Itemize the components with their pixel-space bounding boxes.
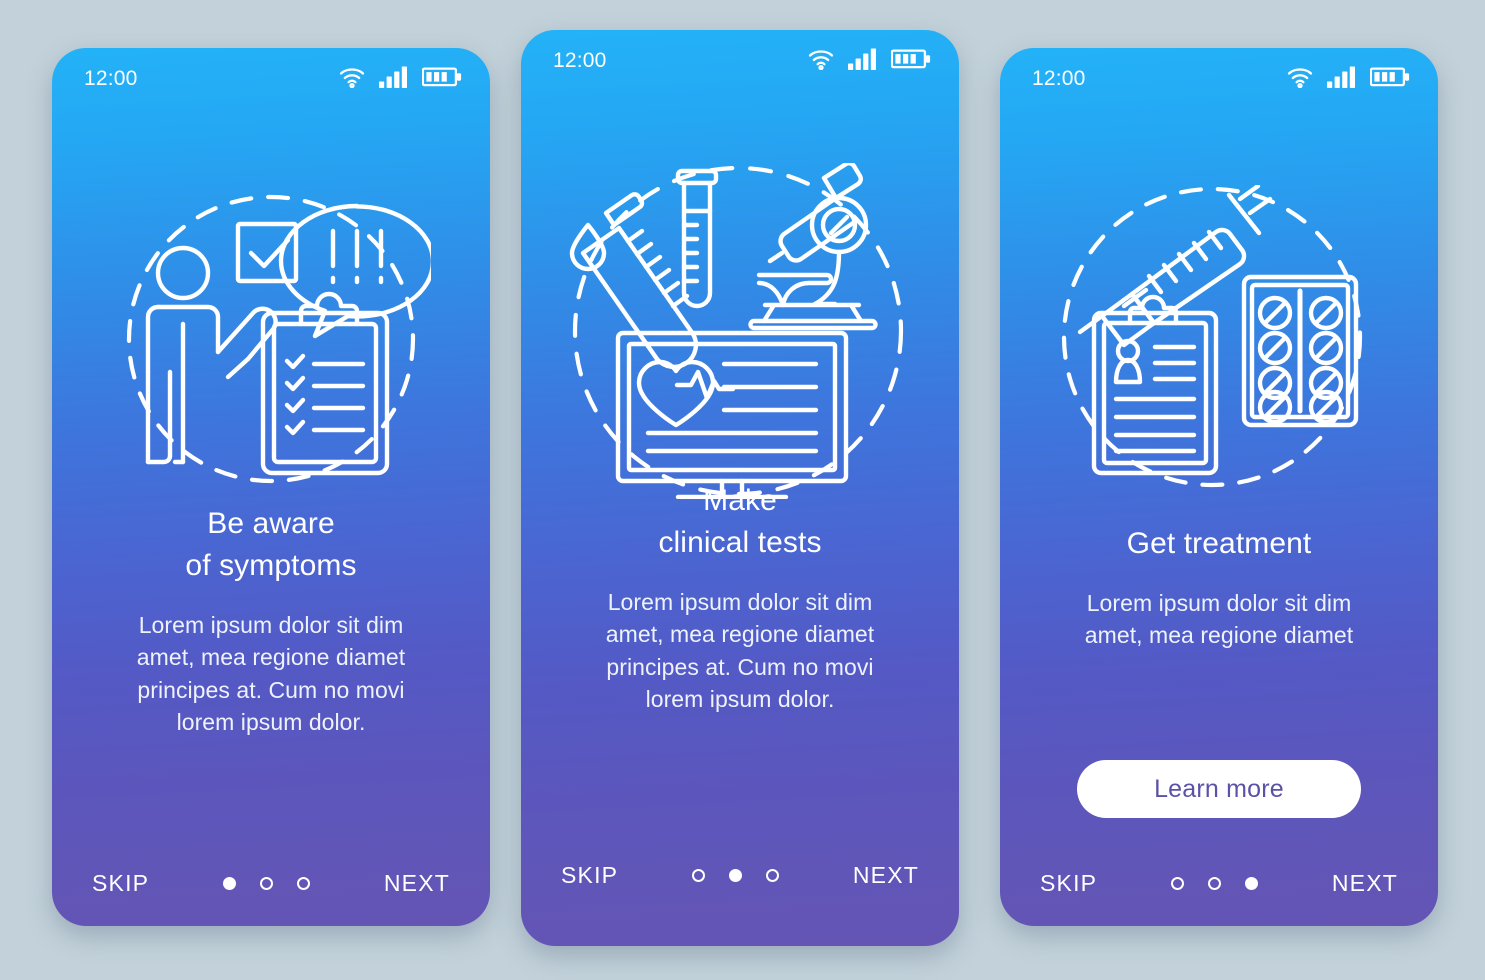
page-description: Lorem ipsum dolor sit dim amet, mea regi… bbox=[1084, 590, 1354, 649]
signal-icon bbox=[848, 48, 878, 75]
onboarding-footer: SKIP NEXT bbox=[1000, 860, 1438, 906]
pagination-dot-3[interactable] bbox=[297, 876, 311, 890]
pagination-dots bbox=[223, 876, 311, 890]
pagination-dot-2[interactable] bbox=[1208, 876, 1222, 890]
onboarding-footer: SKIP NEXT bbox=[521, 852, 959, 898]
pill-blister-pack-icon bbox=[1241, 274, 1359, 428]
status-bar-icons bbox=[1286, 66, 1410, 93]
status-bar: 12:00 bbox=[52, 48, 490, 110]
pagination-dot-2[interactable] bbox=[260, 876, 274, 890]
signal-icon bbox=[1327, 66, 1357, 93]
onboarding-footer: SKIP NEXT bbox=[52, 860, 490, 906]
onboarding-screen-treatment: 12:00 Get treatment Lorem ipsum dolor si… bbox=[1000, 48, 1438, 926]
pagination-dots bbox=[1171, 876, 1259, 890]
skip-button[interactable]: SKIP bbox=[1038, 866, 1099, 901]
checkbox-checked-icon bbox=[235, 221, 299, 284]
page-title: Make clinical tests bbox=[658, 484, 822, 559]
test-tube-tilted-icon bbox=[580, 191, 699, 369]
clinical-tests-illustration bbox=[521, 158, 959, 503]
status-bar: 12:00 bbox=[1000, 48, 1438, 110]
onboarding-screen-symptoms: 12:00 Be aware of symptoms Lorem ipsum d… bbox=[52, 48, 490, 926]
screen-copy: Be aware of symptoms Lorem ipsum dolor s… bbox=[52, 503, 490, 739]
treatment-illustration bbox=[1000, 176, 1438, 506]
next-button[interactable]: NEXT bbox=[851, 858, 921, 893]
wifi-icon bbox=[1286, 66, 1314, 93]
cta-container: Learn more bbox=[1000, 760, 1438, 818]
battery-icon bbox=[421, 66, 462, 93]
clipboard-checklist-icon bbox=[260, 291, 390, 476]
status-bar-icons bbox=[807, 48, 931, 75]
test-tube-icon bbox=[675, 168, 719, 308]
screen-copy: Make clinical tests Lorem ipsum dolor si… bbox=[521, 480, 959, 716]
signal-icon bbox=[379, 66, 409, 93]
skip-button[interactable]: SKIP bbox=[559, 858, 620, 893]
page-title: Be aware of symptoms bbox=[185, 507, 357, 582]
battery-icon bbox=[890, 48, 931, 75]
pagination-dot-1[interactable] bbox=[1171, 876, 1185, 890]
symptoms-awareness-illustration bbox=[52, 176, 490, 506]
learn-more-button[interactable]: Learn more bbox=[1077, 760, 1361, 818]
next-button[interactable]: NEXT bbox=[382, 866, 452, 901]
status-bar-clock: 12:00 bbox=[1032, 67, 1086, 90]
pagination-dot-1[interactable] bbox=[223, 876, 237, 890]
status-bar-clock: 12:00 bbox=[553, 49, 607, 72]
battery-icon bbox=[1369, 66, 1410, 93]
onboarding-screens-stage: 12:00 Be aware of symptoms Lorem ipsum d… bbox=[0, 0, 1485, 980]
pagination-dot-3[interactable] bbox=[1245, 876, 1259, 890]
onboarding-screen-clinical-tests: 12:00 Make clinical tests Lorem ipsum do… bbox=[521, 30, 959, 946]
page-title: Get treatment bbox=[1126, 527, 1312, 560]
screen-copy: Get treatment Lorem ipsum dolor sit dim … bbox=[1000, 523, 1438, 652]
page-description: Lorem ipsum dolor sit dim amet, mea regi… bbox=[136, 612, 406, 736]
page-description: Lorem ipsum dolor sit dim amet, mea regi… bbox=[605, 589, 875, 713]
next-button[interactable]: NEXT bbox=[1330, 866, 1400, 901]
pagination-dots bbox=[692, 868, 780, 882]
skip-button[interactable]: SKIP bbox=[90, 866, 151, 901]
pagination-dot-3[interactable] bbox=[766, 868, 780, 882]
status-bar: 12:00 bbox=[521, 30, 959, 92]
wifi-icon bbox=[338, 66, 366, 93]
microscope-icon bbox=[748, 162, 878, 330]
wifi-icon bbox=[807, 48, 835, 75]
pagination-dot-2[interactable] bbox=[729, 868, 743, 882]
monitor-heartbeat-icon bbox=[615, 330, 849, 499]
status-bar-icons bbox=[338, 66, 462, 93]
status-bar-clock: 12:00 bbox=[84, 67, 138, 90]
pagination-dot-1[interactable] bbox=[692, 868, 706, 882]
